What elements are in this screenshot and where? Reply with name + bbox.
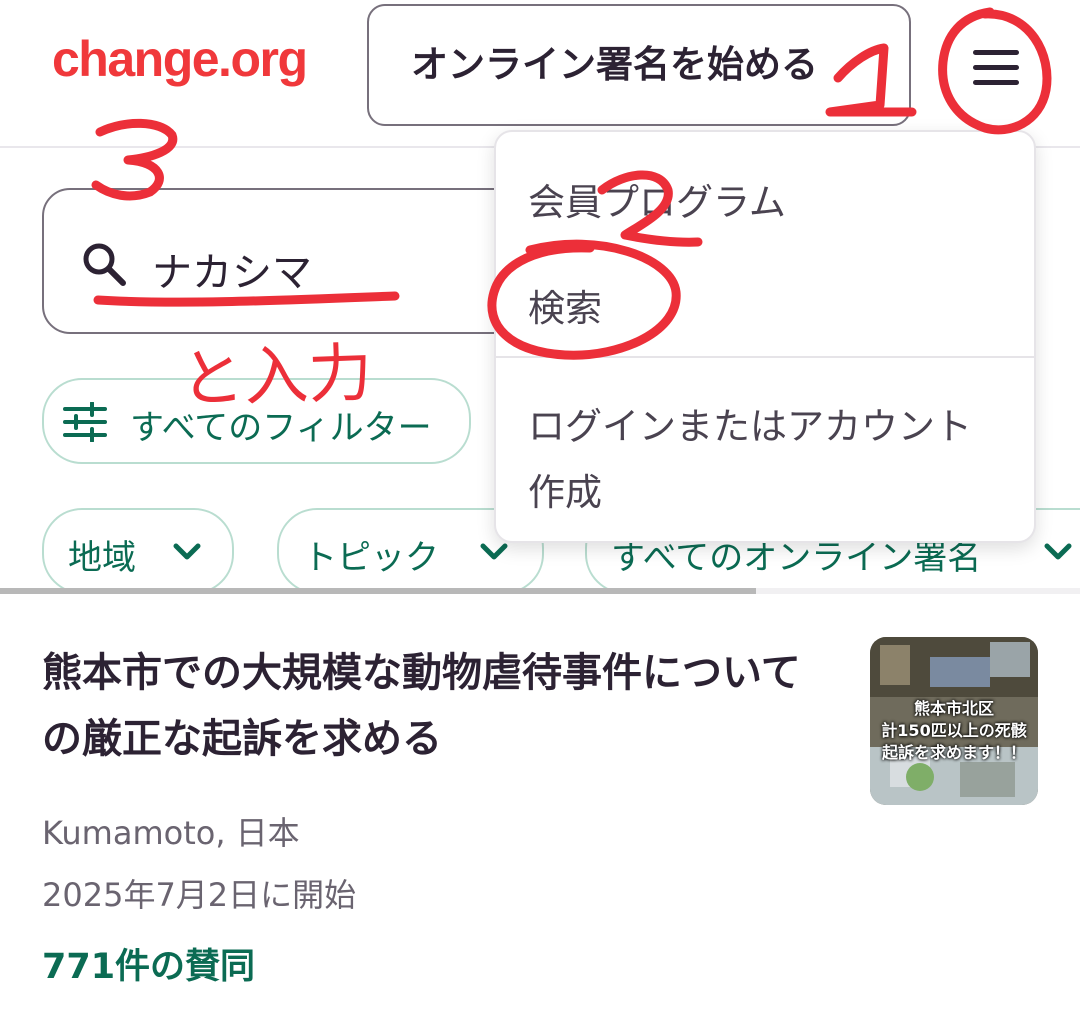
topic-filter-label: トピック [303,538,439,578]
filter-scrollbar[interactable] [0,588,756,594]
nav-dropdown-menu: 会員プログラム 検索 ログインまたはアカウント作成 [494,130,1036,543]
petition-title[interactable]: 熊本市での大規模な動物虐待事件についての厳正な起訴を求める [42,640,832,772]
petition-start-date: 2025年7月2日に開始 [42,876,357,914]
hamburger-menu-icon[interactable] [960,40,1030,96]
petition-thumbnail[interactable]: 熊本市北区 計150匹以上の死骸 起訴を求めます！！ [870,637,1038,805]
menu-item-login[interactable]: ログインまたはアカウント作成 [528,394,998,526]
chevron-down-icon [173,543,201,560]
thumbnail-caption-line-1: 熊本市北区 [913,699,994,718]
chevron-down-icon [480,543,508,560]
filter-sliders-icon [63,402,107,442]
menu-divider [496,356,1034,358]
handwritten-input-note: と入力 [178,336,374,418]
search-icon [83,243,126,286]
thumbnail-caption-line-3: 起訴を求めます！！ [881,743,1026,762]
start-petition-button[interactable]: オンライン署名を始める [367,4,911,126]
search-input-value[interactable]: ナカシマ [152,240,312,298]
thumbnail-caption-line-2: 計150匹以上の死骸 [881,721,1027,740]
petition-location: Kumamoto, 日本 [42,814,300,852]
supporter-count: 771件の賛同 [42,947,256,987]
change-org-logo[interactable]: change.org [52,30,308,88]
chevron-down-icon [1044,543,1072,560]
region-filter-label: 地域 [68,538,136,578]
menu-item-search[interactable]: 検索 [528,278,602,332]
region-filter-dropdown[interactable]: 地域 [42,508,234,594]
menu-item-membership[interactable]: 会員プログラム [528,172,786,226]
